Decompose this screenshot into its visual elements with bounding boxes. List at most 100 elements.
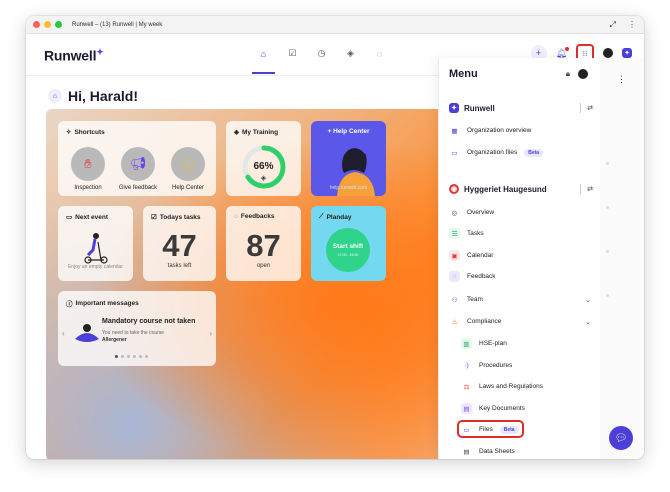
carousel-dot[interactable] (115, 355, 118, 358)
carousel-next-button[interactable]: › (209, 329, 212, 338)
message-course: Allergener (102, 337, 127, 343)
team-icon: ⚇ (451, 296, 458, 304)
planday-title: ⟋ Planday (319, 213, 352, 221)
chevron-down-icon[interactable]: ⌄ (585, 296, 591, 304)
title-bar-actions: ⤢ ⋮ (610, 20, 636, 30)
rail-marker (606, 206, 609, 209)
next-event-card[interactable]: ▭ Next event Enjoy an empty calendar (58, 206, 133, 281)
minimize-window-button[interactable] (44, 21, 51, 28)
todays-tasks-card[interactable]: ☑ Todays tasks 47 tasks left (143, 206, 216, 281)
title-bar: Runwell – (13) Runwell | My week ⤢ ⋮ (26, 16, 644, 34)
page-title: Hi, Harald! (68, 88, 139, 104)
unit-section-header[interactable]: ◉ Hyggeriet Haugesund ⇄ (449, 184, 593, 194)
browser-window: Runwell – (13) Runwell | My week ⤢ ⋮ Run… (26, 16, 644, 459)
org-switcher-icon[interactable]: ✦ (622, 48, 632, 58)
folder-icon: ▭ (451, 149, 458, 157)
nav-time[interactable]: ◷ (312, 44, 331, 63)
start-shift-button[interactable]: Start shift 07:00 - 15:00 (326, 228, 370, 272)
chat-button[interactable]: 💬︎ (609, 426, 633, 450)
menu-item-overview[interactable]: ◎ Overview (449, 207, 593, 218)
nav-home[interactable]: ⌂ (252, 44, 275, 74)
hand-stop-icon: ✋︎ (71, 147, 105, 181)
menu-title: Menu (449, 68, 478, 80)
todays-tasks-title: ☑ Todays tasks (151, 213, 201, 222)
feedbacks-card[interactable]: ◌ Feedbacks 87 open (226, 206, 301, 281)
carousel-dot[interactable] (145, 355, 148, 358)
carousel-dot[interactable] (139, 355, 142, 358)
menu-item-data-sheets[interactable]: ▤ Data Sheets (461, 446, 593, 457)
chat-icon: ◌ (234, 213, 238, 220)
user-avatar[interactable] (603, 48, 613, 58)
checkbox-icon: ☑ (288, 48, 297, 58)
menu-item-organization-files[interactable]: ▭ Organization files Beta (449, 147, 593, 158)
course-illustration (75, 324, 99, 342)
switch-icon[interactable]: ⇄ (587, 185, 593, 193)
brand-logo[interactable]: Runwell✦ (44, 47, 104, 64)
menu-item-feedback[interactable]: ◌ Feedback (449, 271, 593, 282)
menu-item-compliance[interactable]: ⚠ Compliance ⌄ (449, 316, 593, 327)
nav-feedback[interactable]: ◌ (370, 44, 389, 63)
sparkle-icon: ✧ (66, 129, 72, 136)
scales-icon: ⚖ (463, 383, 470, 391)
planday-card[interactable]: ⟋ Planday Start shift 07:00 - 15:00 (311, 206, 386, 281)
chevron-down-icon[interactable]: ⌄ (585, 318, 591, 326)
feedbacks-count: 87 (246, 228, 281, 263)
menu-item-key-documents[interactable]: ▤ Key Documents (461, 403, 593, 414)
shift-time: 07:00 - 15:00 (337, 253, 359, 257)
beta-badge: Beta (524, 148, 544, 157)
chat-icon: ◌ (449, 271, 460, 282)
notifications-bell-icon[interactable]: 🔔︎ (556, 46, 570, 59)
grid-icon: ⁝⁝ (582, 48, 588, 58)
my-training-card[interactable]: ◈ My Training 66% ◈ (226, 121, 301, 196)
menu-item-procedures[interactable]: ·) Procedures (461, 360, 593, 371)
window-controls (33, 21, 62, 28)
menu-item-organization-overview[interactable]: ▦ Organization overview (449, 125, 593, 136)
maximize-window-button[interactable] (55, 21, 62, 28)
location-pin-icon: ◎ (451, 209, 458, 217)
next-event-empty: Enjoy an empty calendar (67, 264, 124, 270)
info-icon: ⓘ (171, 147, 205, 181)
shortcut-help-center[interactable]: ⓘ Help Center (168, 147, 208, 191)
chat-alert-icon: ◌ (376, 48, 383, 59)
dashboard-grid: ✧ Shortcuts ✋︎ Inspection 📢︎ Give feedbac… (46, 109, 466, 459)
switch-icon[interactable]: ⇄ (587, 104, 593, 112)
extensions-icon[interactable]: ⤢ (610, 20, 616, 30)
org-section-actions: ⇄ (580, 103, 593, 113)
menu-header-actions: 🔒︎ (566, 69, 588, 79)
lock-icon[interactable]: 🔒︎ (566, 69, 570, 79)
shortcut-inspection[interactable]: ✋︎ Inspection (68, 147, 108, 191)
message-heading: Mandatory course not taken (102, 318, 196, 325)
hyggeriet-logo-icon: ◉ (449, 184, 459, 194)
messages-title: ⓘ Important messages (66, 299, 139, 309)
shortcuts-title: ✧ Shortcuts (66, 128, 105, 137)
rail-marker (606, 250, 609, 253)
home-icon: ⌂ (48, 89, 62, 103)
training-percent: 66% (253, 161, 274, 172)
carousel-dots (115, 355, 148, 358)
menu-item-laws-and-regulations[interactable]: ⚖ Laws and Regulations (461, 381, 593, 392)
close-window-button[interactable] (33, 21, 40, 28)
more-vertical-icon[interactable]: ⋮ (628, 20, 636, 30)
rail-marker (606, 294, 609, 297)
menu-item-hse-plan[interactable]: ▥ HSE-plan (461, 338, 593, 349)
info-icon: ⓘ (66, 301, 73, 308)
map-icon: ▥ (461, 338, 472, 349)
document-icon: ▤ (461, 403, 472, 414)
tasks-count: 47 (162, 228, 197, 263)
message-body: You need to take the course (102, 330, 165, 336)
carousel-dot[interactable] (127, 355, 130, 358)
carousel-dot[interactable] (121, 355, 124, 358)
nav-tasks[interactable]: ☑ (283, 44, 302, 63)
carousel-prev-button[interactable]: ‹ (62, 329, 65, 338)
help-center-card[interactable]: + Help Center help.runwell.com (311, 121, 386, 196)
org-section-header[interactable]: ✦ Runwell ⇄ (449, 103, 593, 113)
nav-training[interactable]: ◈ (341, 44, 360, 63)
user-avatar[interactable] (578, 69, 588, 79)
menu-item-team[interactable]: ⚇ Team ⌄ (449, 294, 593, 305)
menu-item-calendar[interactable]: ▣ Calendar (449, 250, 593, 261)
carousel-dot[interactable] (133, 355, 136, 358)
shortcut-give-feedback[interactable]: 📢︎ Give feedback (118, 147, 158, 191)
more-vertical-icon[interactable]: ⋮ (617, 74, 626, 85)
menu-item-tasks[interactable]: ☰ Tasks (449, 228, 593, 239)
start-shift-label: Start shift (332, 243, 364, 250)
